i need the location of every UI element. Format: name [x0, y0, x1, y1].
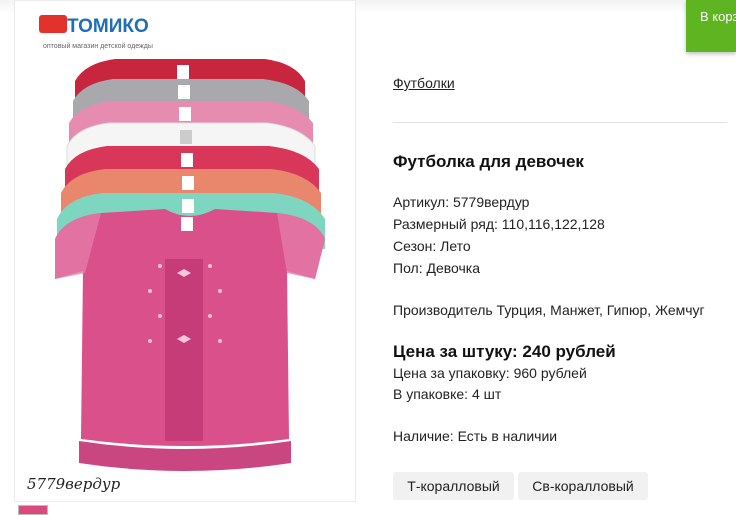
gender-line: Пол: Девочка — [393, 260, 481, 276]
shirt-front-pink — [55, 209, 325, 471]
size-range-line: Размерный ряд: 110,116,122,128 — [393, 216, 605, 232]
season-line: Сезон: Лето — [393, 238, 471, 254]
stacked-shirts — [55, 59, 325, 471]
brand-logo: ТОМИКО оптовый магазин детской одежды — [39, 15, 153, 50]
unit-price: Цена за штуку: 240 рублей — [393, 342, 616, 361]
pack-quantity: В упаковке: 4 шт — [393, 386, 502, 402]
product-photo: ТОМИКО оптовый магазин детской одежды 57… — [27, 15, 325, 493]
brand-tagline: оптовый магазин детской одежды — [43, 42, 153, 50]
availability-line: Наличие: Есть в наличии — [393, 428, 558, 444]
image-caption: 5779вердур — [27, 475, 121, 493]
manufacturer-line: Производитель Турция, Манжет, Гипюр, Жем… — [393, 302, 705, 318]
variant-button-t-coral[interactable]: Т-коралловый — [393, 472, 514, 500]
pack-price: Цена за упаковку: 960 рублей — [393, 365, 587, 381]
cart-notice-label: В корз — [700, 9, 736, 24]
article-line: Артикул: 5779вердур — [393, 194, 530, 210]
cart-notice[interactable]: В корз — [686, 0, 736, 52]
brand-logo-text: ТОМИКО — [67, 16, 149, 37]
divider — [393, 122, 727, 123]
thumbnail[interactable] — [18, 505, 48, 515]
product-title: Футболка для девочек — [393, 152, 584, 171]
product-image[interactable]: ТОМИКО оптовый магазин детской одежды 57… — [14, 0, 356, 502]
variant-button-light-coral[interactable]: Св-коралловый — [518, 472, 648, 500]
category-link[interactable]: Футболки — [393, 75, 455, 91]
